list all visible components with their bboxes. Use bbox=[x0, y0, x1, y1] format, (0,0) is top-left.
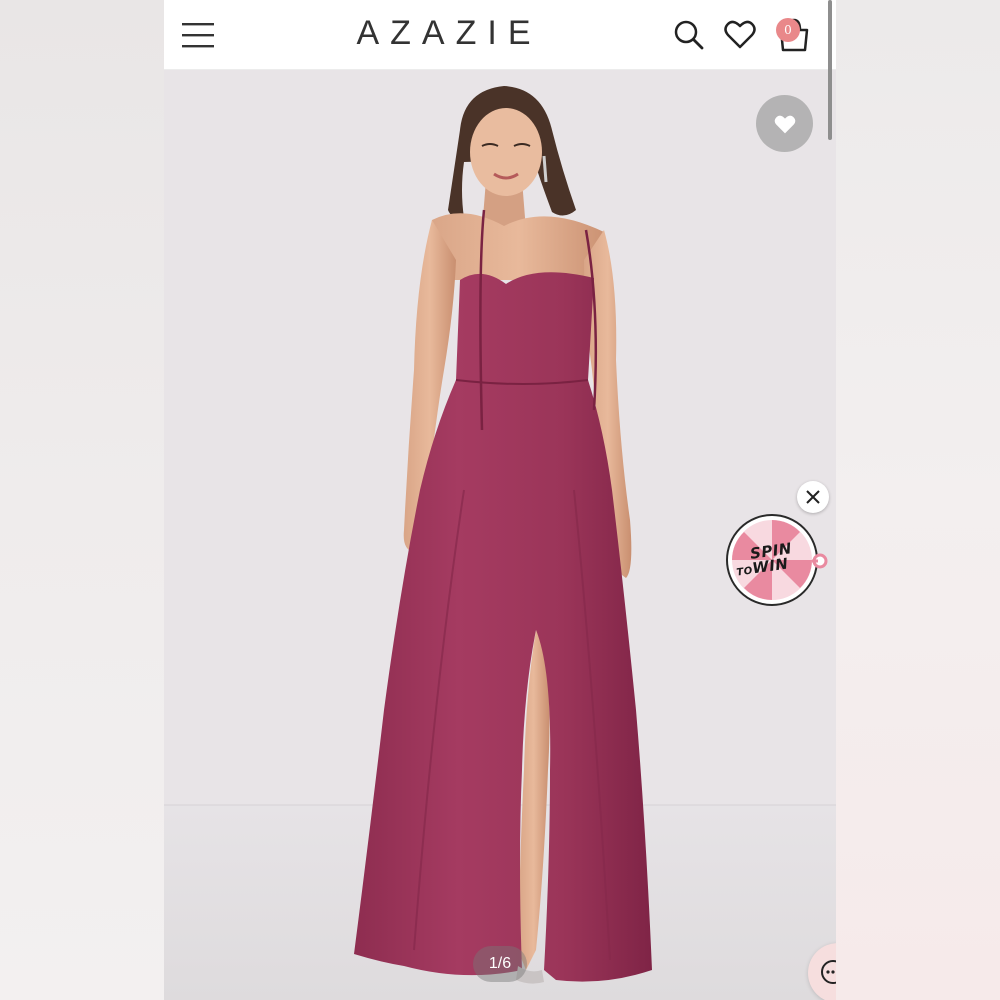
image-counter: 1/6 bbox=[473, 946, 527, 982]
close-promo-button[interactable] bbox=[797, 481, 829, 513]
background-right bbox=[836, 0, 1000, 1000]
spin-to-win-button[interactable]: SPIN TOWIN bbox=[724, 513, 832, 607]
site-header: AZAZIE 0 bbox=[164, 0, 836, 70]
scrollbar[interactable] bbox=[828, 0, 832, 140]
heart-icon[interactable] bbox=[722, 16, 758, 52]
cart-count-badge: 0 bbox=[776, 18, 800, 42]
background-left bbox=[0, 0, 164, 1000]
search-icon[interactable] bbox=[670, 16, 706, 52]
chat-icon bbox=[821, 960, 836, 984]
brand-logo[interactable]: AZAZIE bbox=[164, 14, 726, 53]
add-to-wishlist-button[interactable] bbox=[756, 95, 813, 152]
mobile-page: AZAZIE 0 SPIN TOWIN 1/6 bbox=[164, 0, 836, 1000]
close-icon bbox=[806, 490, 820, 504]
face bbox=[470, 108, 542, 196]
heart-icon bbox=[774, 115, 795, 133]
